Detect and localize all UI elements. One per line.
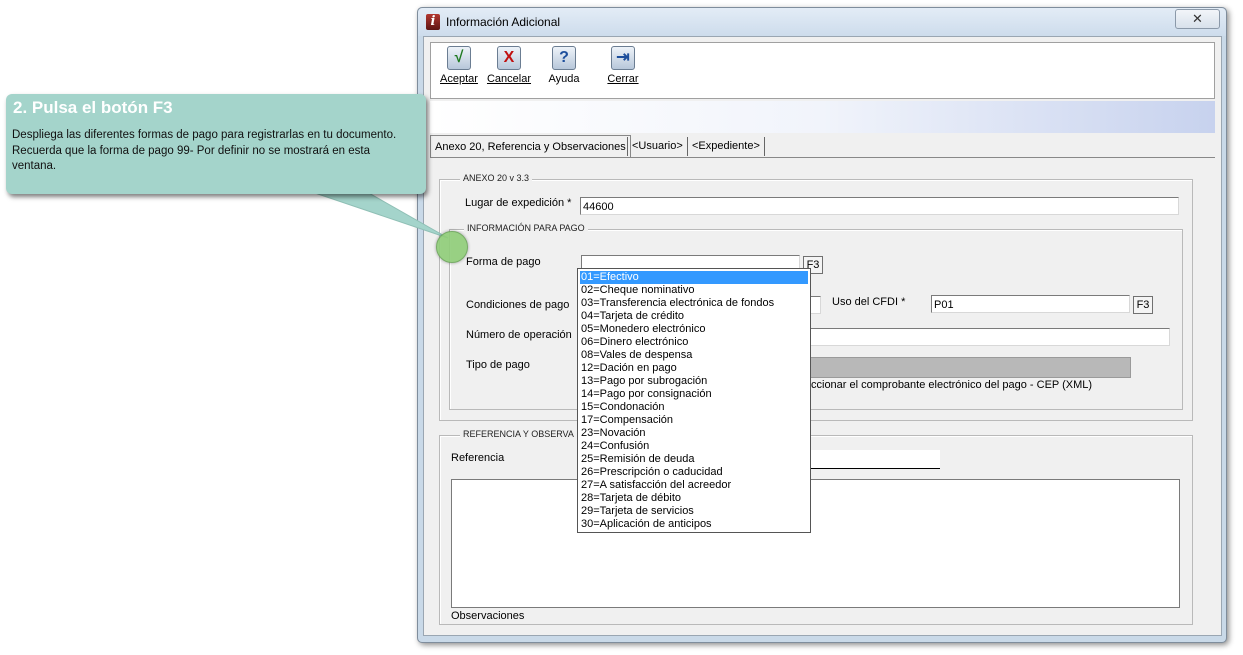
dropdown-option[interactable]: 14=Pago por consignación [580, 388, 808, 401]
tab-expediente[interactable]: <Expediente> [688, 137, 765, 156]
dropdown-option[interactable]: 15=Condonación [580, 401, 808, 414]
aceptar-label: Aceptar [440, 73, 478, 85]
anexo-group-title: ANEXO 20 v 3.3 [460, 173, 533, 183]
dropdown-option[interactable]: 24=Confusión [580, 440, 808, 453]
uso-cfdi-label: Uso del CFDI * [832, 296, 906, 308]
click-marker [436, 231, 468, 263]
title-bar: i Información Adicional ✕ [418, 8, 1226, 36]
callout-pointer [300, 188, 449, 239]
window-client-area: √ Aceptar X Cancelar ? Ayuda ⇥ Cerrar An… [423, 36, 1222, 636]
header-band [430, 101, 1215, 133]
dropdown-option[interactable]: 03=Transferencia electrónica de fondos [580, 297, 808, 310]
question-icon: ? [552, 46, 576, 70]
dropdown-option[interactable]: 04=Tarjeta de crédito [580, 310, 808, 323]
uso-cfdi-f3-button[interactable]: F3 [1133, 296, 1153, 314]
dropdown-option[interactable]: 17=Compensación [580, 414, 808, 427]
exit-door-icon: ⇥ [611, 46, 635, 70]
window-title: Información Adicional [446, 15, 561, 29]
tab-anexo-20[interactable]: Anexo 20, Referencia y Observaciones [430, 135, 631, 157]
dropdown-option[interactable]: 12=Dación en pago [580, 362, 808, 375]
referencia-group-title: REFERENCIA Y OBSERVA [460, 429, 577, 439]
dropdown-option[interactable]: 25=Remisión de deuda [580, 453, 808, 466]
pago-group-title: INFORMACIÓN PARA PAGO [464, 223, 588, 233]
condiciones-de-pago-label: Condiciones de pago [466, 299, 570, 311]
dropdown-option[interactable]: 28=Tarjeta de débito [580, 492, 808, 505]
x-mark-icon: X [497, 46, 521, 70]
dropdown-option[interactable]: 01=Efectivo [580, 271, 808, 284]
dropdown-option[interactable]: 27=A satisfacción del acreedor [580, 479, 808, 492]
callout-title: 2. Pulsa el botón F3 [13, 98, 173, 117]
ayuda-label: Ayuda [548, 73, 580, 85]
cerrar-label: Cerrar [607, 73, 639, 85]
cancelar-button[interactable]: X Cancelar [486, 46, 532, 85]
dropdown-option[interactable]: 08=Vales de despensa [580, 349, 808, 362]
dropdown-option[interactable]: 23=Novación [580, 427, 808, 440]
cerrar-button[interactable]: ⇥ Cerrar [603, 46, 643, 85]
anexo-20-group: ANEXO 20 v 3.3 Lugar de expedición * 446… [439, 173, 1193, 421]
dropdown-option[interactable]: 06=Dinero electrónico [580, 336, 808, 349]
aceptar-button[interactable]: √ Aceptar [439, 46, 479, 85]
tab-divider [430, 157, 1215, 158]
checkmark-icon: √ [447, 46, 471, 70]
uso-cfdi-input[interactable]: P01 [931, 295, 1130, 313]
dropdown-option[interactable]: 29=Tarjeta de servicios [580, 505, 808, 518]
tipo-de-pago-label: Tipo de pago [466, 359, 530, 371]
ayuda-button[interactable]: ? Ayuda [544, 46, 584, 85]
observaciones-label: Observaciones [451, 610, 525, 622]
forma-de-pago-label: Forma de pago [466, 256, 541, 268]
forma-de-pago-dropdown: 01=Efectivo 02=Cheque nominativo 03=Transf… [577, 268, 811, 533]
app-logo-icon: i [426, 14, 440, 30]
numero-operacion-label: Número de operación [466, 329, 572, 341]
dropdown-option[interactable]: 05=Monedero electrónico [580, 323, 808, 336]
dropdown-option[interactable]: 13=Pago por subrogación [580, 375, 808, 388]
dropdown-option[interactable]: 30=Aplicación de anticipos [580, 518, 808, 531]
toolbar: √ Aceptar X Cancelar ? Ayuda ⇥ Cerrar [430, 42, 1215, 99]
lugar-expedicion-label: Lugar de expedición * [465, 197, 572, 209]
callout-body: Despliega las diferentes formas de pago … [12, 129, 397, 172]
cep-text: ccionar el comprobante electrónico del p… [811, 379, 1093, 391]
referencia-observaciones-group: REFERENCIA Y OBSERVA Referencia Observac… [439, 429, 1193, 625]
informacion-pago-group: INFORMACIÓN PARA PAGO Forma de pago F3 C… [449, 223, 1183, 410]
tab-usuario[interactable]: <Usuario> [627, 137, 688, 156]
cancelar-label: Cancelar [486, 73, 532, 85]
lugar-expedicion-input[interactable]: 44600 [580, 197, 1179, 215]
referencia-label: Referencia [451, 452, 505, 464]
close-window-button[interactable]: ✕ [1175, 9, 1220, 29]
tutorial-callout: 2. Pulsa el botón F3 Despliega las difer… [6, 94, 426, 194]
dropdown-option[interactable]: 02=Cheque nominativo [580, 284, 808, 297]
info-adicional-window: i Información Adicional ✕ √ Aceptar X Ca… [417, 7, 1227, 643]
dropdown-option[interactable]: 26=Prescripción o caducidad [580, 466, 808, 479]
observaciones-textarea[interactable] [451, 479, 1180, 608]
